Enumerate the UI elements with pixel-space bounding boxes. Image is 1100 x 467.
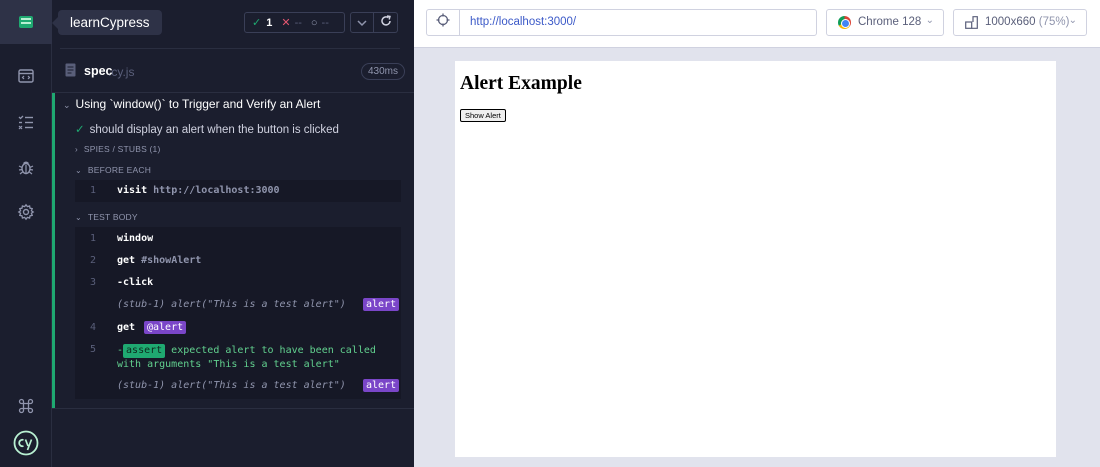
refresh-icon [380, 14, 392, 32]
command-number: 1 [90, 185, 97, 196]
viewport-dropdown[interactable]: 1000x660 (75%) ⌄ [953, 9, 1087, 36]
chevron-down-icon [357, 14, 367, 32]
aut-panel: http://localhost:3000/ Chrome 128 ⌄ 1000… [414, 0, 1100, 467]
sidebar-nav [0, 0, 52, 467]
settings-icon [17, 203, 35, 221]
test-stats: ✓ 1 ✕ -- ○ -- [244, 12, 345, 33]
chevron-down-icon: ⌄ [75, 213, 82, 222]
sidebar-item-project[interactable] [0, 0, 52, 44]
sidebar-item-settings[interactable] [0, 190, 52, 234]
keyboard-shortcuts-icon [18, 398, 34, 414]
url-bar[interactable]: http://localhost:3000/ [426, 9, 817, 36]
before-each-toggle[interactable]: ⌄ BEFORE EACH [75, 165, 151, 175]
cypress-logo-icon [13, 430, 39, 456]
spies-stubs-toggle[interactable]: › SPIES / STUBS (1) [75, 144, 161, 154]
stub-call-text: (stub-1) alert("This is a test alert") [117, 380, 346, 391]
pending-circle-icon: ○ [310, 16, 318, 29]
command-number: 3 [90, 277, 97, 288]
viewport-size: 1000x660 (75%) [985, 16, 1070, 28]
selector-playground-button[interactable] [427, 10, 460, 35]
app-under-test-frame: Alert Example Show Alert [455, 61, 1056, 457]
sidebar-item-specs[interactable] [0, 54, 52, 98]
assert-badge: assert [123, 344, 166, 358]
chrome-icon [838, 16, 851, 29]
passed-check-icon: ✓ [252, 17, 262, 29]
before-each-commands: 1 visit http://localhost:3000 [75, 180, 401, 202]
chevron-right-icon: › [75, 145, 78, 154]
check-icon: ✓ [75, 124, 85, 136]
command-message: http://localhost:3000 [153, 185, 280, 196]
rerun-button[interactable] [374, 12, 398, 33]
spec-header: spec .cy.js 430ms [52, 58, 414, 84]
failed-count: -- [294, 16, 302, 29]
browser-dropdown[interactable]: Chrome 128 ⌄ [826, 9, 944, 36]
assertion-row[interactable]: 5 - assert expected alert to have been ca… [75, 344, 401, 374]
show-alert-button[interactable]: Show Alert [460, 109, 506, 122]
browser-name: Chrome 128 [858, 16, 922, 28]
command-name: -click [117, 277, 154, 288]
page-heading: Alert Example [460, 73, 582, 94]
runs-icon [17, 113, 35, 131]
spies-stubs-label: SPIES / STUBS (1) [83, 144, 161, 154]
command-number: 5 [90, 344, 97, 355]
assertion-text: - assert expected alert to have been call… [117, 344, 376, 370]
spec-duration-badge: 430ms [361, 63, 406, 80]
alias-badge: @alert [144, 321, 187, 334]
test-title[interactable]: ✓ should display an alert when the button… [75, 122, 339, 136]
command-name: get [117, 322, 136, 333]
command-name: visit http://localhost:3000 [117, 185, 280, 196]
alias-badge: alert [363, 298, 400, 311]
sidebar-item-debug[interactable] [0, 145, 52, 189]
passed-count: 1 [266, 16, 273, 29]
url-text[interactable]: http://localhost:3000/ [470, 16, 576, 28]
test-body-toggle[interactable]: ⌄ TEST BODY [75, 212, 138, 222]
test-body-label: TEST BODY [87, 212, 138, 222]
command-name: get #showAlert [117, 255, 202, 266]
crosshair-icon [436, 13, 450, 32]
chevron-down-icon: ⌄ [925, 15, 934, 26]
spec-extension: .cy.js [108, 65, 135, 79]
cypress-logo-button[interactable] [0, 421, 52, 465]
test-suite: ⌄ Using `window()` to Trigger and Verify … [52, 93, 414, 408]
command-name: window [117, 233, 154, 244]
chevron-down-icon: ⌄ [75, 166, 82, 175]
viewport-scale: (75%) [1038, 16, 1070, 28]
pending-count: -- [321, 16, 329, 29]
specs-icon [17, 67, 35, 85]
command-number: 1 [90, 233, 97, 244]
alias-badge: alert [363, 379, 400, 392]
project-name-tooltip: learnCypress [52, 10, 162, 35]
debug-icon [17, 158, 35, 176]
failed-x-icon: ✕ [281, 17, 291, 29]
expand-collapse-button[interactable] [350, 12, 374, 33]
test-body-commands: 1 window 2 get #showAlert 3 -click (stub… [75, 227, 401, 399]
divider [52, 408, 414, 409]
before-each-label: BEFORE EACH [87, 165, 152, 175]
suite-title: Using `window()` to Trigger and Verify a… [75, 97, 321, 111]
suite-header[interactable]: ⌄ Using `window()` to Trigger and Verify … [63, 97, 320, 111]
sidebar-item-runs[interactable] [0, 100, 52, 144]
stub-call-text: (stub-1) alert("This is a test alert") [117, 299, 346, 310]
chevron-down-icon: ⌄ [63, 100, 71, 110]
browser-toolbar: http://localhost:3000/ Chrome 128 ⌄ 1000… [414, 0, 1100, 48]
document-icon [65, 63, 76, 82]
reporter-panel: learnCypress ✓ 1 ✕ -- ○ -- spec .cy.js 4… [52, 0, 414, 467]
command-number: 4 [90, 322, 97, 333]
chevron-down-icon: ⌄ [1068, 15, 1077, 26]
reporter-header: learnCypress ✓ 1 ✕ -- ○ -- [52, 0, 414, 48]
command-number: 2 [90, 255, 97, 266]
viewport-icon [965, 16, 978, 32]
command-message: #showAlert [141, 255, 202, 266]
divider [60, 48, 400, 49]
test-title-text: should display an alert when the button … [89, 124, 339, 136]
project-icon [18, 14, 34, 30]
